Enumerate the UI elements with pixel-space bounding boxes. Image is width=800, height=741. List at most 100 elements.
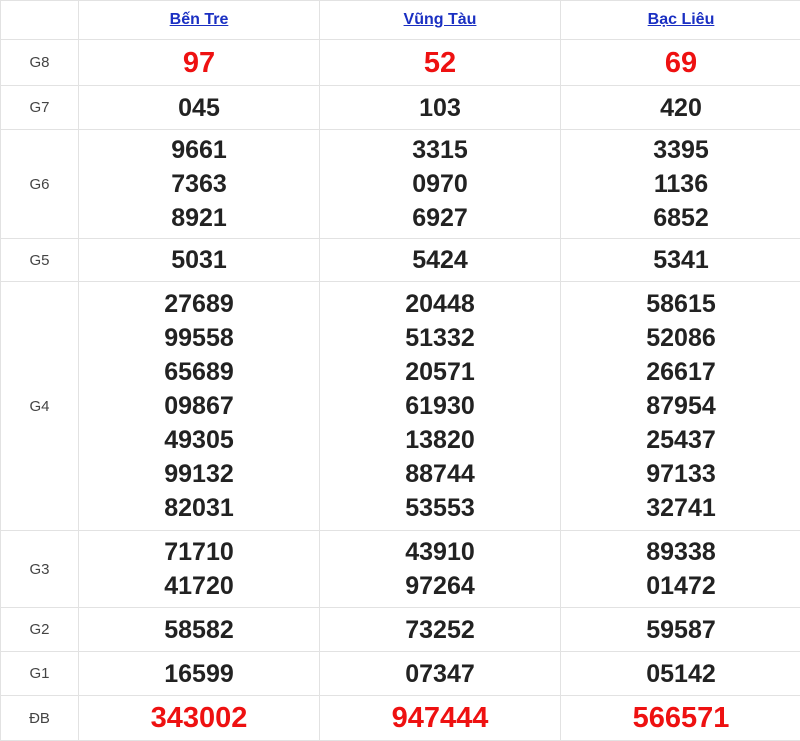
result-cell: 07347	[320, 652, 561, 696]
prize-label: G3	[1, 531, 79, 608]
prize-label: G4	[1, 282, 79, 531]
prize-row: G7045103420	[1, 86, 800, 130]
result-number: 566571	[561, 701, 800, 735]
result-number: 3315	[320, 133, 560, 167]
result-number: 1136	[561, 167, 800, 201]
province-header: Vũng Tàu	[320, 1, 561, 40]
prize-label: G7	[1, 86, 79, 130]
result-number: 52	[320, 46, 560, 80]
result-cell: 966173638921	[79, 130, 320, 239]
prize-label: G1	[1, 652, 79, 696]
province-link-vung-tau[interactable]: Vũng Tàu	[404, 11, 477, 28]
prize-label: G5	[1, 239, 79, 282]
result-number: 25437	[561, 423, 800, 457]
result-number: 71710	[79, 535, 319, 569]
result-number: 59587	[561, 613, 800, 647]
result-number: 20448	[320, 287, 560, 321]
result-cell: 69	[561, 40, 800, 86]
result-number: 9661	[79, 133, 319, 167]
result-cell: 16599	[79, 652, 320, 696]
prize-row: G3717104172043910972648933801472	[1, 531, 800, 608]
result-cell: 343002	[79, 696, 320, 741]
result-cell: 339511366852	[561, 130, 800, 239]
result-number: 87954	[561, 389, 800, 423]
result-cell: 73252	[320, 608, 561, 652]
result-number: 43910	[320, 535, 560, 569]
province-link-bac-lieu[interactable]: Bạc Liêu	[648, 11, 715, 28]
result-number: 5341	[561, 243, 800, 277]
result-number: 07347	[320, 657, 560, 691]
result-number: 99132	[79, 457, 319, 491]
prize-row: G1165990734705142	[1, 652, 800, 696]
result-number: 01472	[561, 569, 800, 603]
result-cell: 58615520862661787954254379713332741	[561, 282, 800, 531]
result-number: 51332	[320, 321, 560, 355]
result-cell: 420	[561, 86, 800, 130]
result-number: 58582	[79, 613, 319, 647]
province-header: Bạc Liêu	[561, 1, 800, 40]
result-number: 0970	[320, 167, 560, 201]
result-number: 6852	[561, 201, 800, 235]
result-number: 947444	[320, 701, 560, 735]
province-link-ben-tre[interactable]: Bến Tre	[170, 11, 229, 28]
result-cell: 947444	[320, 696, 561, 741]
prize-label: ĐB	[1, 696, 79, 741]
corner-cell	[1, 1, 79, 40]
prize-label: G6	[1, 130, 79, 239]
result-number: 52086	[561, 321, 800, 355]
result-number: 045	[79, 91, 319, 125]
result-number: 343002	[79, 701, 319, 735]
result-cell: 59587	[561, 608, 800, 652]
result-cell: 5031	[79, 239, 320, 282]
result-cell: 8933801472	[561, 531, 800, 608]
result-number: 41720	[79, 569, 319, 603]
province-header: Bến Tre	[79, 1, 320, 40]
result-cell: 7171041720	[79, 531, 320, 608]
result-number: 26617	[561, 355, 800, 389]
prize-row: G5503154245341	[1, 239, 800, 282]
prize-label: G2	[1, 608, 79, 652]
result-number: 420	[561, 91, 800, 125]
result-number: 32741	[561, 491, 800, 525]
result-number: 97	[79, 46, 319, 80]
result-number: 53553	[320, 491, 560, 525]
result-number: 69	[561, 46, 800, 80]
prize-row: G427689995586568909867493059913282031204…	[1, 282, 800, 531]
prize-row: G2585827325259587	[1, 608, 800, 652]
lottery-results-table: Bến Tre Vũng Tàu Bạc Liêu G8975269G70451…	[0, 0, 800, 741]
result-number: 05142	[561, 657, 800, 691]
result-number: 89338	[561, 535, 800, 569]
result-number: 09867	[79, 389, 319, 423]
result-cell: 331509706927	[320, 130, 561, 239]
result-cell: 4391097264	[320, 531, 561, 608]
prize-label: G8	[1, 40, 79, 86]
result-cell: 97	[79, 40, 320, 86]
result-number: 97264	[320, 569, 560, 603]
result-number: 65689	[79, 355, 319, 389]
result-cell: 103	[320, 86, 561, 130]
result-number: 61930	[320, 389, 560, 423]
result-cell: 52	[320, 40, 561, 86]
header-row: Bến Tre Vũng Tàu Bạc Liêu	[1, 1, 800, 40]
result-number: 58615	[561, 287, 800, 321]
result-number: 82031	[79, 491, 319, 525]
result-number: 20571	[320, 355, 560, 389]
prize-row: ĐB343002947444566571	[1, 696, 800, 741]
result-number: 99558	[79, 321, 319, 355]
result-number: 13820	[320, 423, 560, 457]
result-cell: 58582	[79, 608, 320, 652]
result-number: 16599	[79, 657, 319, 691]
result-cell: 045	[79, 86, 320, 130]
result-number: 6927	[320, 201, 560, 235]
result-number: 3395	[561, 133, 800, 167]
result-cell: 566571	[561, 696, 800, 741]
result-number: 8921	[79, 201, 319, 235]
result-cell: 05142	[561, 652, 800, 696]
result-cell: 27689995586568909867493059913282031	[79, 282, 320, 531]
result-number: 97133	[561, 457, 800, 491]
result-number: 73252	[320, 613, 560, 647]
prize-row: G6966173638921331509706927339511366852	[1, 130, 800, 239]
result-number: 27689	[79, 287, 319, 321]
result-number: 88744	[320, 457, 560, 491]
result-cell: 5341	[561, 239, 800, 282]
